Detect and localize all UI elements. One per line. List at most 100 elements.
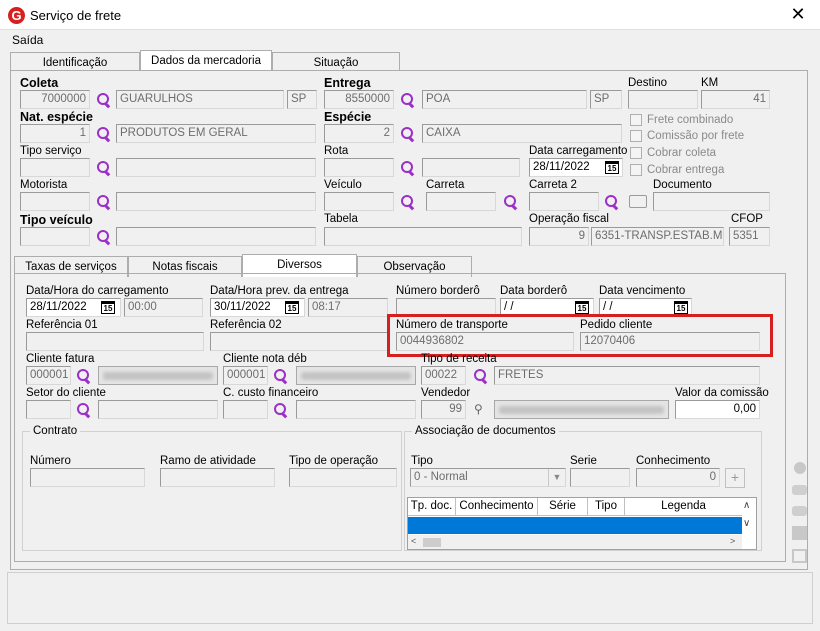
num-transporte-field[interactable]: 0044936802 [396, 332, 574, 351]
numero-field[interactable] [30, 468, 145, 487]
tabela-field[interactable] [324, 227, 522, 246]
tipo-receita-code[interactable]: 00022 [421, 366, 466, 385]
nat-especie-code[interactable]: 1 [20, 124, 90, 143]
search-icon[interactable] [604, 194, 620, 210]
assoc-conh-field[interactable]: 0 [636, 468, 720, 487]
coleta-uf[interactable]: SP [287, 90, 317, 109]
setor-desc[interactable] [98, 400, 218, 419]
search-icon[interactable] [96, 126, 112, 142]
cobrar-coleta-checkbox[interactable] [630, 147, 642, 159]
hand-left-icon[interactable] [792, 506, 807, 516]
search-icon[interactable] [503, 194, 519, 210]
search-icon[interactable] [76, 402, 92, 418]
truck-icon[interactable] [629, 195, 647, 208]
search-icon[interactable] [473, 368, 489, 384]
calendar-icon[interactable]: 15 [285, 301, 299, 314]
motorista-code[interactable] [20, 192, 90, 211]
custo-code[interactable] [223, 400, 268, 419]
dh-carreg-time[interactable]: 00:00 [124, 298, 203, 317]
search-icon[interactable] [273, 368, 289, 384]
edit-icon[interactable] [792, 549, 807, 563]
col-legenda[interactable]: Legenda [625, 498, 742, 516]
tipo-veiculo-code[interactable] [20, 227, 90, 246]
search-icon[interactable] [96, 229, 112, 245]
scroll-right-icon[interactable]: > [730, 536, 735, 546]
hand-right-icon[interactable] [792, 485, 807, 495]
tipo-op-field[interactable] [289, 468, 397, 487]
tipo-servico-code[interactable] [20, 158, 90, 177]
search-icon[interactable] [400, 160, 416, 176]
search-icon[interactable] [400, 126, 416, 142]
scroll-down-icon[interactable]: ∨ [743, 518, 756, 529]
h-scrollbar[interactable]: < > [408, 535, 742, 549]
cliente-nota-code[interactable]: 000001 [223, 366, 268, 385]
frete-combinado-label: Frete combinado [647, 114, 734, 126]
col-serie[interactable]: Série [538, 498, 588, 516]
coleta-code[interactable]: 7000000 [20, 90, 90, 109]
assoc-serie-field[interactable] [570, 468, 630, 487]
col-tipo[interactable]: Tipo [588, 498, 625, 516]
search-icon[interactable] [273, 402, 289, 418]
search-icon[interactable] [400, 194, 416, 210]
stop-icon[interactable] [794, 462, 806, 474]
tipo-servico-desc[interactable] [116, 158, 316, 177]
ref01-field[interactable] [26, 332, 204, 351]
carreta-field[interactable] [426, 192, 496, 211]
pedido-cliente-field[interactable]: 12070406 [580, 332, 760, 351]
entrega-uf[interactable]: SP [590, 90, 622, 109]
cobrar-entrega-label: Cobrar entrega [647, 164, 725, 176]
operacao-fiscal-desc[interactable]: 6351-TRANSP.ESTAB.ME [591, 227, 724, 246]
search-icon[interactable] [76, 368, 92, 384]
tipo-veiculo-desc[interactable] [116, 227, 316, 246]
rota-code[interactable] [324, 158, 394, 177]
search-icon[interactable] [400, 92, 416, 108]
search-icon[interactable] [96, 160, 112, 176]
book-icon[interactable] [792, 526, 807, 540]
close-icon[interactable]: ✕ [788, 4, 808, 25]
table-row[interactable] [408, 517, 742, 534]
search-icon[interactable] [96, 194, 112, 210]
calendar-icon[interactable]: 15 [101, 301, 115, 314]
cobrar-entrega-checkbox[interactable] [630, 164, 642, 176]
cliente-fatura-code[interactable]: 000001 [26, 366, 71, 385]
cfop-field[interactable]: 5351 [729, 227, 770, 246]
veiculo-field[interactable] [324, 192, 394, 211]
assoc-tipo-select[interactable]: 0 - Normal [410, 468, 566, 487]
coleta-city[interactable]: GUARULHOS [116, 90, 284, 109]
especie-code[interactable]: 2 [324, 124, 394, 143]
calendar-icon[interactable]: 15 [605, 161, 619, 174]
vendedor-code[interactable]: 99 [421, 400, 466, 419]
col-tp-doc[interactable]: Tp. doc. [408, 498, 456, 516]
chevron-down-icon[interactable]: ▼ [548, 469, 565, 486]
scroll-thumb[interactable] [423, 538, 441, 547]
operacao-fiscal-code[interactable]: 9 [529, 227, 589, 246]
rota-desc[interactable] [422, 158, 520, 177]
comissao-field[interactable]: 0,00 [675, 400, 760, 419]
calendar-icon[interactable]: 15 [674, 301, 688, 314]
entrega-city[interactable]: POA [422, 90, 587, 109]
col-conhecimento[interactable]: Conhecimento [456, 498, 538, 516]
km-field[interactable]: 41 [701, 90, 770, 109]
add-icon[interactable]: + [725, 468, 745, 488]
scroll-up-icon[interactable]: ∧ [743, 500, 756, 511]
tipo-receita-desc[interactable]: FRETES [494, 366, 760, 385]
destino-field[interactable] [628, 90, 698, 109]
custo-desc[interactable] [296, 400, 416, 419]
search-icon[interactable] [96, 92, 112, 108]
calendar-icon[interactable]: 15 [575, 301, 589, 314]
ramo-field[interactable] [160, 468, 275, 487]
dh-prev-time[interactable]: 08:17 [308, 298, 388, 317]
setor-code[interactable] [26, 400, 71, 419]
documento-field[interactable] [653, 192, 770, 211]
nat-especie-desc[interactable]: PRODUTOS EM GERAL [116, 124, 316, 143]
binoculars-icon[interactable]: ⚲ [474, 402, 483, 416]
ref02-field[interactable] [210, 332, 388, 351]
frete-combinado-checkbox[interactable] [630, 114, 642, 126]
motorista-desc[interactable] [116, 192, 316, 211]
carreta2-field[interactable] [529, 192, 599, 211]
especie-desc[interactable]: CAIXA [422, 124, 622, 143]
entrega-code[interactable]: 8550000 [324, 90, 394, 109]
menu-saida[interactable]: Saída [12, 33, 43, 47]
scroll-left-icon[interactable]: < [411, 536, 416, 546]
comissao-checkbox[interactable] [630, 130, 642, 142]
